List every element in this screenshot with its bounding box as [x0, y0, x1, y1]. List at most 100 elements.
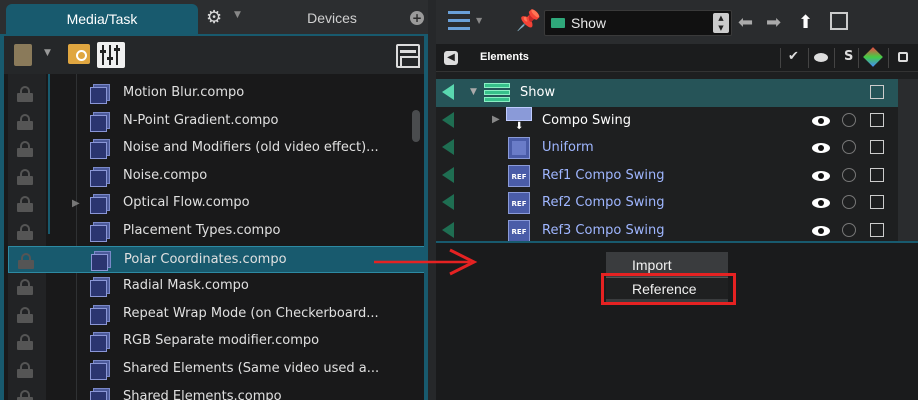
lock-icon[interactable]	[16, 113, 34, 130]
color-tag-icon[interactable]	[863, 47, 883, 67]
solo-toggle[interactable]	[842, 140, 856, 155]
chevron-down-icon[interactable]: ▼	[44, 48, 51, 58]
checkbox[interactable]	[870, 223, 884, 237]
element-label: Uniform	[542, 140, 594, 156]
element-row[interactable]: ▶ ⬇ Compo Swing	[436, 106, 918, 135]
plus-icon[interactable]: +	[410, 11, 424, 25]
solo-column-label[interactable]: S	[844, 49, 853, 64]
check-column-icon[interactable]: ✔	[788, 49, 799, 64]
show-select[interactable]: Show ▲ ▼	[544, 10, 732, 36]
compo-icon	[90, 166, 110, 187]
lock-icon[interactable]	[16, 279, 34, 296]
list-item[interactable]: N-Point Gradient.compo	[8, 108, 424, 136]
element-label: Show	[520, 85, 556, 100]
lock-icon[interactable]	[16, 196, 34, 213]
list-item[interactable]: Noise and Modifiers (old video effect)..…	[8, 135, 424, 163]
eye-icon[interactable]	[812, 143, 830, 154]
lock-icon[interactable]	[16, 306, 34, 323]
compo-icon	[90, 304, 110, 325]
list-item[interactable]: Motion Blur.compo	[8, 80, 424, 108]
compo-icon	[90, 360, 110, 380]
elements-panel: ▼ 📌 Show ▲ ▼ ⬅ ➡ ⬆ ◀ Elements ✔ S ▼ Show…	[436, 0, 918, 400]
divider	[858, 48, 859, 68]
tab-devices[interactable]: Devices	[272, 4, 392, 32]
list-item[interactable]: Shared Elements (Same video used a...	[8, 356, 424, 384]
list-item-label: Placement Types.compo	[123, 223, 281, 238]
lock-icon[interactable]	[16, 389, 34, 400]
list-item[interactable]: Noise.compo	[8, 163, 424, 191]
lock-icon[interactable]	[16, 141, 34, 158]
list-item[interactable]: Repeat Wrap Mode (on Checkerboard...	[8, 301, 424, 329]
lock-cell[interactable]	[898, 134, 918, 162]
lock-icon[interactable]	[16, 362, 34, 378]
arrow-left-icon[interactable]: ⬅	[738, 12, 753, 33]
sliders-icon[interactable]	[97, 42, 125, 68]
checkbox[interactable]	[870, 167, 884, 182]
edit-icon[interactable]	[830, 12, 848, 30]
chevron-down-icon[interactable]: ▼	[470, 87, 477, 97]
list-item[interactable]: Radial Mask.compo	[8, 273, 424, 301]
checkbox[interactable]	[870, 112, 884, 127]
lock-cell[interactable]	[898, 106, 918, 135]
element-row[interactable]: REF Ref2 Compo Swing	[436, 189, 918, 217]
select-spinner[interactable]: ▲ ▼	[713, 13, 729, 33]
tab-bar: Media/Task ⚙ ▼ Devices +	[0, 0, 428, 34]
drag-handle-icon[interactable]	[442, 84, 454, 100]
element-label: Ref3 Compo Swing	[542, 223, 665, 238]
element-row[interactable]: ▼ Show	[436, 79, 918, 107]
eye-icon[interactable]	[812, 226, 830, 236]
gear-icon[interactable]: ⚙	[206, 8, 226, 28]
drag-handle-icon[interactable]	[442, 166, 454, 183]
list-item-label: Shared Elements (Same video used a...	[123, 361, 380, 376]
lock-icon[interactable]	[16, 86, 34, 102]
eye-icon[interactable]	[812, 115, 830, 126]
element-row[interactable]: REF Ref1 Compo Swing	[436, 161, 918, 190]
list-view-icon[interactable]	[448, 11, 470, 31]
list-item-label: N-Point Gradient.compo	[123, 112, 279, 128]
eye-column-icon[interactable]	[814, 53, 828, 62]
folder-search-icon[interactable]	[68, 44, 90, 64]
pin-icon[interactable]: 📌	[516, 8, 541, 34]
solo-toggle[interactable]	[842, 112, 856, 127]
expand-arrow-icon[interactable]: ▶	[72, 198, 80, 209]
scrollbar-thumb[interactable]	[412, 110, 420, 142]
list-item[interactable]: RGB Separate modifier.compo	[8, 328, 424, 356]
element-label: Compo Swing	[542, 112, 632, 128]
drag-handle-icon[interactable]	[442, 111, 454, 128]
checkbox[interactable]	[870, 195, 884, 210]
layout-icon[interactable]	[396, 44, 420, 68]
element-row[interactable]: Uniform	[436, 134, 918, 162]
arrow-up-icon[interactable]: ⬆	[798, 12, 813, 33]
lock-cell[interactable]	[898, 189, 918, 217]
lock-icon[interactable]	[16, 224, 34, 240]
arrow-left-icon[interactable]: ◀	[444, 51, 458, 65]
book-icon[interactable]	[14, 44, 32, 66]
lock-cell[interactable]	[898, 79, 918, 107]
arrow-right-icon[interactable]: ➡	[766, 12, 781, 33]
list-item[interactable]: Placement Types.compo	[8, 218, 424, 246]
drag-handle-icon[interactable]	[442, 194, 454, 211]
solo-toggle[interactable]	[842, 195, 856, 210]
tab-media-task[interactable]: Media/Task	[6, 4, 198, 34]
chevron-down-icon[interactable]: ▼	[476, 16, 482, 25]
lock-column-icon[interactable]	[898, 52, 908, 62]
lock-cell[interactable]	[898, 161, 918, 190]
checkbox[interactable]	[870, 140, 884, 155]
lock-icon[interactable]	[16, 168, 34, 185]
list-item[interactable]: ▶ Optical Flow.compo	[8, 190, 424, 218]
solo-toggle[interactable]	[842, 167, 856, 182]
divider	[888, 48, 889, 68]
drag-handle-icon[interactable]	[442, 139, 454, 156]
checkbox[interactable]	[870, 85, 884, 99]
lock-icon[interactable]	[16, 334, 34, 351]
expand-arrow-icon[interactable]: ▶	[492, 114, 500, 125]
eye-icon[interactable]	[812, 198, 830, 209]
eye-icon[interactable]	[812, 170, 830, 181]
chevron-down-icon[interactable]: ▼	[234, 10, 241, 20]
drag-handle-icon[interactable]	[442, 222, 454, 238]
lock-icon[interactable]	[17, 252, 35, 269]
list-item-label: Repeat Wrap Mode (on Checkerboard...	[123, 305, 379, 321]
list-item[interactable]: Polar Coordinates.compo	[8, 245, 424, 274]
list-item[interactable]: Shared Elements.compo	[8, 384, 424, 400]
solo-toggle[interactable]	[842, 223, 856, 237]
